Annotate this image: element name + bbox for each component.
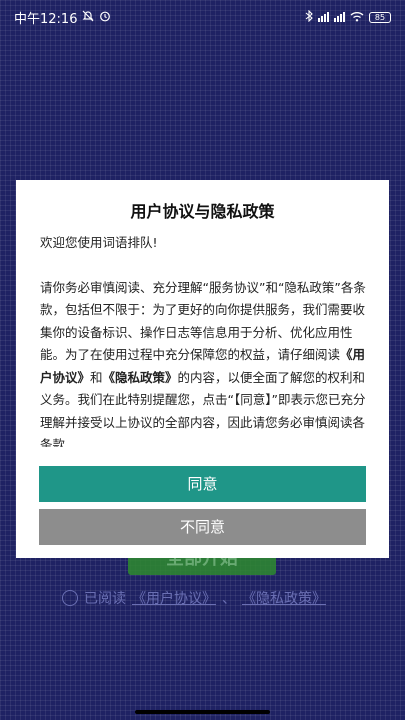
- dialog-privacy-link[interactable]: 《隐私政策》: [103, 370, 178, 385]
- dialog-and: 和: [90, 369, 103, 385]
- dialog-text-part-1: 请你务必审慎阅读、充分理解“服务协议”和“隐私政策”各条款，包括但不限于：为了更…: [40, 279, 366, 363]
- home-indicator[interactable]: [135, 710, 270, 714]
- dialog-body[interactable]: 欢迎您使用词语排队! 请你务必审慎阅读、充分理解“服务协议”和“隐私政策”各条款…: [40, 232, 368, 447]
- dialog-paragraph: 请你务必审慎阅读、充分理解“服务协议”和“隐私政策”各条款，包括但不限于：为了更…: [40, 277, 368, 448]
- agree-button[interactable]: 同意: [39, 466, 366, 502]
- dialog-greeting: 欢迎您使用词语排队!: [40, 235, 158, 250]
- dialog-title: 用户协议与隐私政策: [130, 202, 275, 221]
- privacy-dialog: 用户协议与隐私政策 欢迎您使用词语排队! 请你务必审慎阅读、充分理解“服务协议”…: [16, 180, 389, 558]
- disagree-button[interactable]: 不同意: [39, 509, 366, 545]
